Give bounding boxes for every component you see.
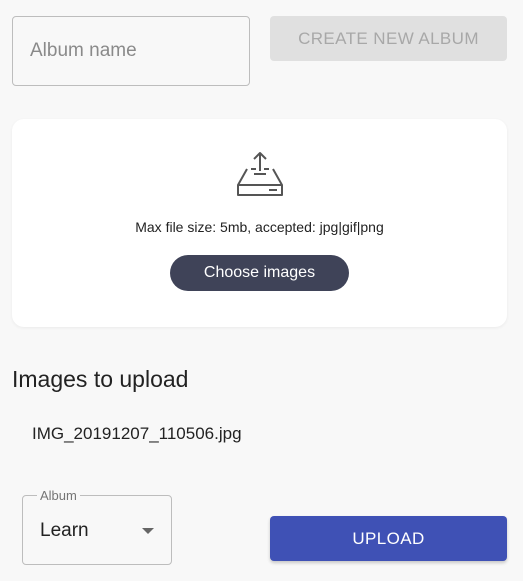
album-name-field[interactable] xyxy=(12,16,250,86)
album-select-label: Album xyxy=(37,488,80,504)
create-album-button[interactable]: CREATE NEW ALBUM xyxy=(270,16,507,61)
dropdown-arrow-icon[interactable] xyxy=(142,528,154,534)
album-name-input[interactable] xyxy=(13,17,249,85)
images-to-upload-heading: Images to upload xyxy=(12,366,189,392)
album-select[interactable]: Album Learn xyxy=(22,488,172,565)
dropzone-card: Max file size: 5mb, accepted: jpg|gif|pn… xyxy=(12,119,507,327)
choose-images-button[interactable]: Choose images xyxy=(170,255,349,291)
file-size-hint: Max file size: 5mb, accepted: jpg|gif|pn… xyxy=(135,219,384,235)
upload-tray-icon xyxy=(237,152,283,196)
file-list: IMG_20191207_110506.jpg xyxy=(32,423,242,445)
upload-button[interactable]: UPLOAD xyxy=(270,516,507,561)
album-select-value: Learn xyxy=(40,520,89,541)
file-list-item: IMG_20191207_110506.jpg xyxy=(32,424,242,443)
